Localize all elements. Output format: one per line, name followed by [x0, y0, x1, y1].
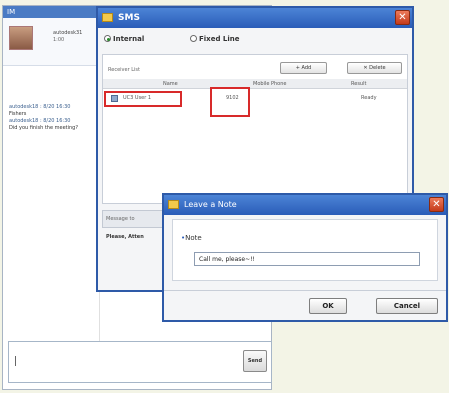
chat-input[interactable]: Send	[8, 341, 272, 383]
delete-receiver-button[interactable]: ✕ Delete	[347, 62, 402, 74]
receiver-list-label: Receiver List	[108, 67, 140, 73]
chat-message-body: Did you finish the meeting?	[9, 125, 79, 131]
column-header-mobile: Mobile Phone	[253, 81, 287, 87]
add-receiver-button[interactable]: + Add	[280, 62, 327, 74]
row-result: Ready	[361, 95, 377, 101]
chat-message-list: autodesk18 : 8/20 16:30 Fishers autodesk…	[9, 104, 99, 132]
leave-note-dialog: Leave a Note ✕ Note OK Cancel	[162, 193, 448, 322]
radio-internal-label: Internal	[113, 35, 145, 43]
chat-message-header: autodesk18 : 8/20 16:30	[9, 118, 71, 124]
note-body: Note	[172, 219, 438, 281]
message-preview: Please, Atten	[106, 234, 144, 240]
chat-message-header: autodesk18 : 8/20 16:30	[9, 104, 71, 110]
column-header-name: Name	[163, 81, 178, 87]
note-footer: OK Cancel	[164, 290, 446, 320]
note-label: Note	[181, 234, 202, 242]
radio-fixed-line[interactable]: Fixed Line	[190, 35, 239, 43]
note-input[interactable]	[194, 252, 420, 266]
radio-internal[interactable]: Internal	[104, 35, 144, 43]
text-cursor	[15, 356, 16, 366]
note-titlebar: Leave a Note ✕	[164, 195, 446, 215]
receiver-list-header: Name Mobile Phone Result	[103, 79, 407, 89]
note-title: Leave a Note	[184, 200, 237, 209]
avatar	[9, 26, 33, 50]
receiver-list: Receiver List + Add ✕ Delete Name Mobile…	[102, 54, 408, 204]
cancel-button[interactable]: Cancel	[376, 298, 438, 314]
ok-button[interactable]: OK	[309, 298, 347, 314]
radio-unselected-icon	[190, 35, 197, 42]
chat-message-body: Fishers	[9, 111, 27, 117]
send-button[interactable]: Send	[243, 350, 267, 372]
chat-user-status: 1:00	[53, 37, 65, 43]
sms-titlebar: SMS ✕	[98, 8, 412, 28]
sms-title: SMS	[118, 13, 140, 23]
chat-user-name: autodesk31	[53, 30, 83, 36]
sms-close-button[interactable]: ✕	[395, 10, 410, 25]
note-icon	[168, 200, 179, 209]
radio-selected-icon	[104, 35, 111, 42]
sms-icon	[102, 13, 113, 22]
highlight-phone-box	[210, 87, 250, 117]
highlight-name-box	[104, 91, 182, 107]
column-header-result: Result	[351, 81, 367, 87]
note-close-button[interactable]: ✕	[429, 197, 444, 212]
radio-fixed-line-label: Fixed Line	[199, 35, 240, 43]
